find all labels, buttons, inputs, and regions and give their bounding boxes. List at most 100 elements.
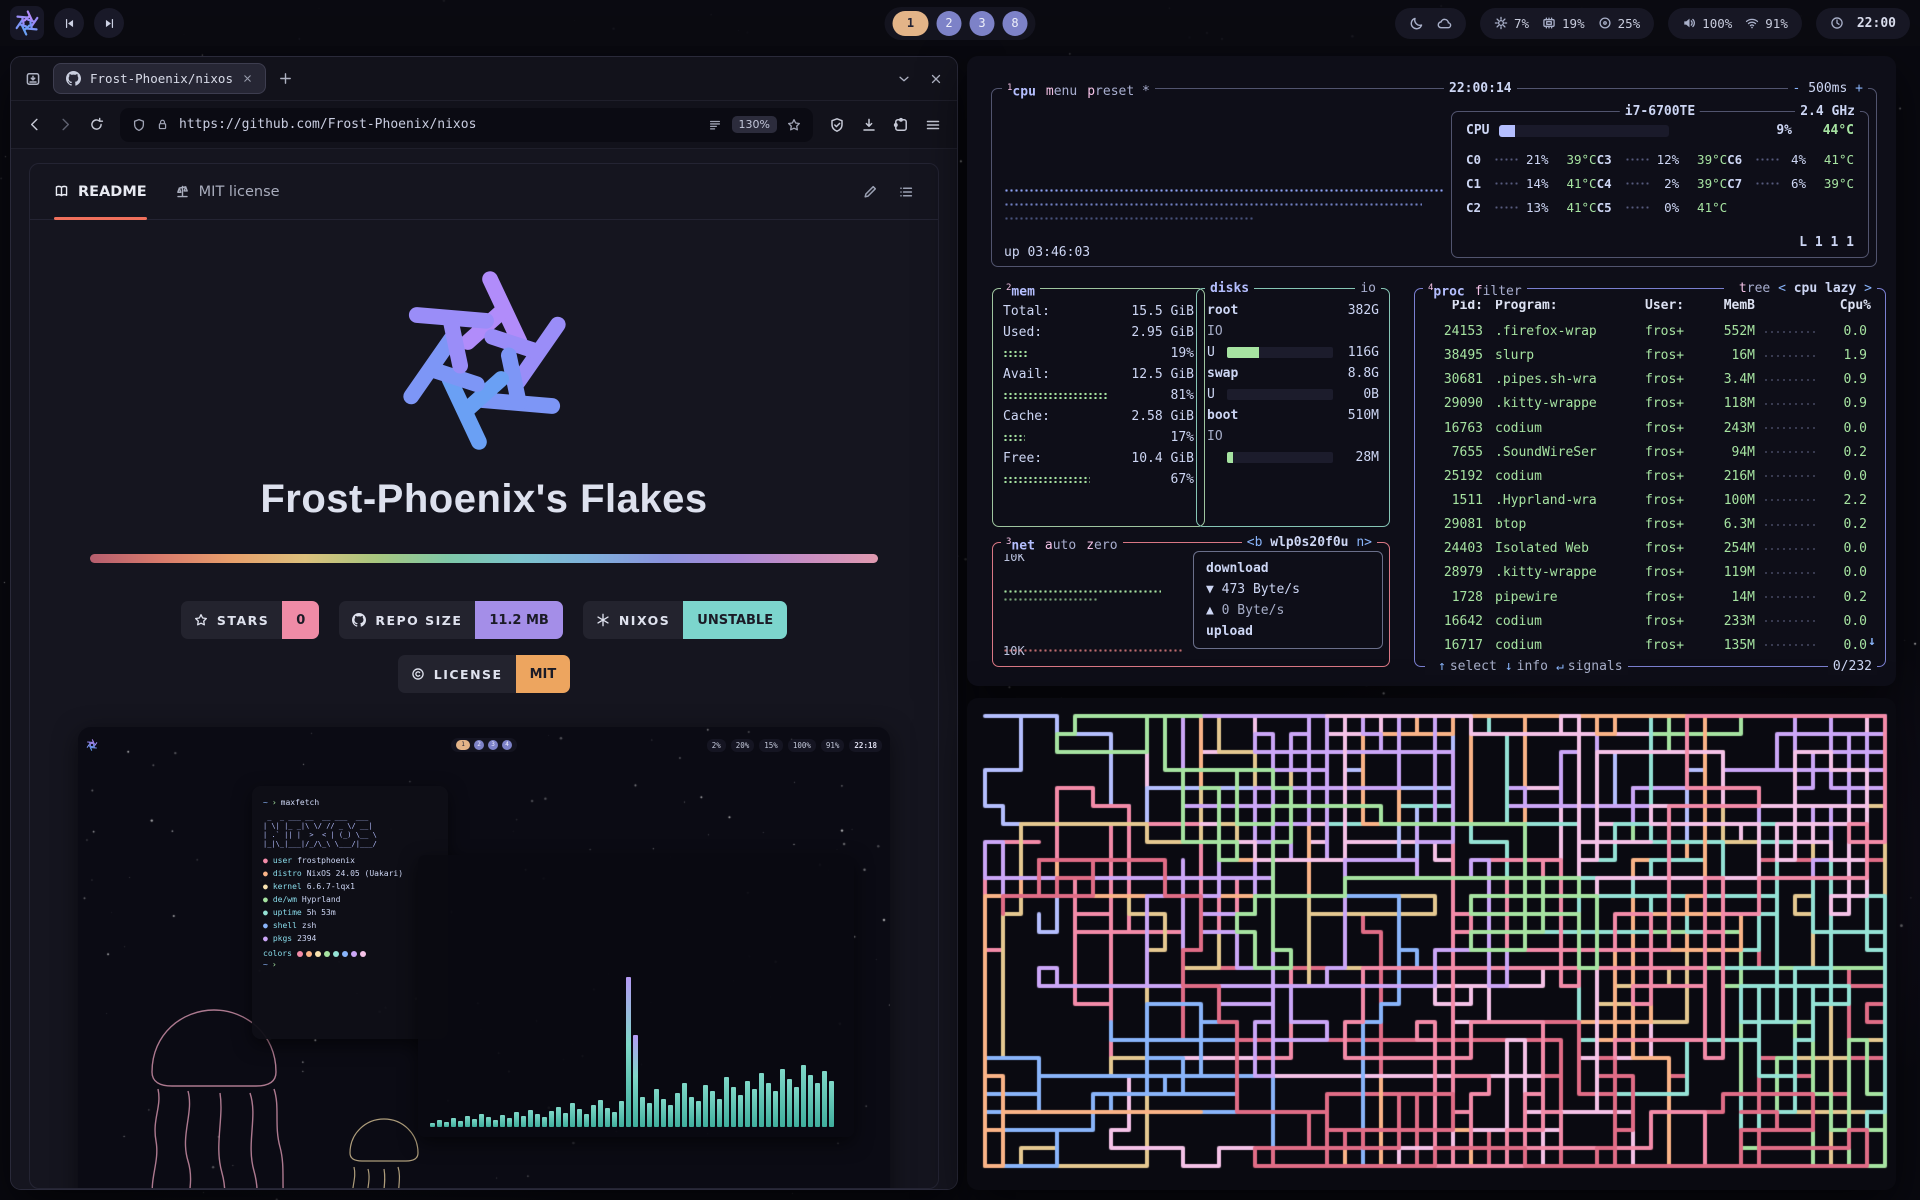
process-row[interactable]: 1728pipewirefros+14M0.2 — [1429, 589, 1867, 606]
disk-usage-bar: 28M — [1207, 448, 1379, 467]
license-icon — [411, 667, 425, 681]
snowflake-icon — [596, 613, 610, 627]
mini-workspace: 1 — [456, 740, 470, 750]
net-auto-toggle[interactable]: auto — [1045, 538, 1076, 553]
edit-pencil-icon[interactable] — [862, 184, 878, 200]
process-footer-keys[interactable]: ↑select↓info↵signals — [1425, 658, 1628, 675]
topbar-right: 7% 19% 25% 100% 91% 22:00 — [1395, 8, 1910, 39]
media-next-button[interactable] — [94, 8, 124, 38]
stat-gear[interactable]: 7% — [1494, 16, 1529, 31]
bookmark-star-icon[interactable] — [787, 118, 801, 132]
outline-list-icon[interactable] — [898, 184, 914, 200]
extensions-icon[interactable] — [893, 117, 909, 133]
address-bar[interactable]: https://github.com/Frost-Phoenix/nixos 1… — [120, 108, 813, 142]
cpu-graph — [1004, 202, 1422, 208]
filter-button[interactable]: filter — [1475, 284, 1522, 299]
badge-repo-size: REPO SIZE11.2 MB — [339, 601, 563, 639]
io-toggle[interactable]: io — [1355, 280, 1381, 297]
process-row[interactable]: 29090.kitty-wrappefros+118M0.9 — [1429, 395, 1867, 412]
nixos-logo[interactable] — [10, 6, 44, 40]
update-interval-control[interactable]: - 500ms + — [1788, 80, 1868, 97]
menu-button[interactable]: menu — [1046, 84, 1077, 99]
cloud-icon — [1437, 16, 1452, 31]
process-row[interactable]: 16717codiumfros+135M0.0 — [1429, 637, 1867, 654]
browser-tab[interactable]: Frost-Phoenix/nixos — [53, 63, 266, 94]
scroll-down-indicator[interactable]: ↓ — [1868, 633, 1876, 650]
process-row[interactable]: 7655.SoundWireSerfros+94M0.2 — [1429, 444, 1867, 461]
clock-icon — [1830, 16, 1844, 30]
adblock-shield-icon[interactable] — [829, 117, 845, 133]
forward-button[interactable] — [58, 117, 73, 132]
stat-volume[interactable]: 100% — [1682, 16, 1732, 31]
disk-row: root382G — [1207, 301, 1379, 320]
downloads-tray-icon[interactable] — [25, 71, 41, 87]
process-row[interactable]: 25192codiumfros+216M0.0 — [1429, 468, 1867, 485]
reader-mode-icon[interactable] — [708, 118, 722, 132]
tree-toggle[interactable]: tree — [1739, 281, 1770, 296]
download-graph — [1003, 597, 1099, 603]
tab-mit-license[interactable]: MIT license — [175, 164, 280, 219]
window-close-icon[interactable] — [929, 72, 943, 86]
fetch-info-row: ●de/wmHyprland — [263, 894, 437, 905]
process-sort-control[interactable]: tree < cpu lazy > — [1724, 280, 1877, 297]
process-row[interactable]: 38495slurpfros+16M1.9 — [1429, 347, 1867, 364]
stat-disk[interactable]: 25% — [1598, 16, 1641, 31]
new-tab-button[interactable] — [278, 71, 293, 86]
stat-memory[interactable]: 19% — [1542, 16, 1585, 31]
process-row[interactable]: 16642codiumfros+233M0.0 — [1429, 613, 1867, 630]
clock-widget[interactable]: 22:00 — [1816, 8, 1910, 39]
tab-readme[interactable]: README — [54, 164, 147, 219]
cpu-temp: 44°C — [1802, 122, 1854, 139]
stat-wifi[interactable]: 91% — [1745, 16, 1788, 31]
disk-usage-bar: U116G — [1207, 343, 1379, 362]
core-row: C42%39°C — [1597, 175, 1728, 192]
tracking-shield-icon[interactable] — [132, 118, 146, 132]
audio-network-widget[interactable]: 100% 91% — [1668, 8, 1802, 39]
net-zero-toggle[interactable]: zero — [1086, 538, 1117, 553]
file-tabs: README MIT license — [54, 164, 280, 219]
process-row[interactable]: 29081btopfros+6.3M0.2 — [1429, 516, 1867, 533]
downloads-icon[interactable] — [861, 117, 877, 133]
zoom-level-badge[interactable]: 130% — [732, 116, 777, 133]
menu-icon[interactable] — [925, 117, 941, 133]
workspace-2[interactable]: 2 — [937, 11, 962, 36]
network-interface[interactable]: <b wlp0s20f0u n> — [1242, 534, 1377, 551]
weather-widget[interactable] — [1395, 8, 1466, 39]
process-row[interactable]: 16763codiumfros+243M0.0 — [1429, 420, 1867, 437]
disk-row: swap8.8G — [1207, 364, 1379, 383]
desktop-screenshot: 1234 2%20%15%100%91%22:18 ~›maxfetch _ _… — [78, 727, 890, 1189]
badge-stars: STARS0 — [181, 601, 319, 639]
core-grid: C021%39°CC312%39°CC64%41°CC114%41°CC42%3… — [1452, 139, 1868, 216]
btop-window: 1cpumenupreset * 22:00:14 - 500ms + up 0… — [967, 56, 1896, 686]
process-row[interactable]: 1511.Hyprland-wrafros+100M2.2 — [1429, 492, 1867, 509]
volume-icon — [1682, 16, 1696, 30]
media-prev-button[interactable] — [54, 8, 84, 38]
upload-label: upload — [1206, 621, 1370, 642]
process-row[interactable]: 24153.firefox-wrapfros+552M0.0 — [1429, 323, 1867, 340]
chevron-down-icon[interactable] — [897, 72, 911, 86]
process-row[interactable]: 30681.pipes.sh-wrafros+3.4M0.9 — [1429, 371, 1867, 388]
process-count: 0/232 — [1828, 658, 1877, 675]
tab-close-icon[interactable] — [242, 73, 253, 84]
back-button[interactable] — [27, 117, 42, 132]
workspace-3[interactable]: 3 — [970, 11, 995, 36]
workspace-1[interactable]: 1 — [893, 11, 929, 36]
memory-row: Used:2.95 GiB — [1003, 322, 1194, 343]
upload-speed: ▲ 0 Byte/s — [1206, 600, 1370, 621]
process-row[interactable]: 28979.kitty-wrappefros+119M0.0 — [1429, 564, 1867, 581]
fetch-info-row: ●kernel6.6.7-lqx1 — [263, 881, 437, 892]
workspace-8[interactable]: 8 — [1003, 11, 1028, 36]
memory-gauge: 17% — [1003, 427, 1194, 448]
process-panel: 4procfilter tree < cpu lazy > Pid:Progra… — [1414, 288, 1886, 667]
core-row: C76%39°C — [1727, 175, 1854, 192]
process-row[interactable]: 24403Isolated Webfros+254M0.0 — [1429, 540, 1867, 557]
disk-io-label: IO — [1207, 427, 1379, 446]
github-icon — [66, 71, 81, 86]
rainbow-divider — [90, 554, 878, 563]
preset-button[interactable]: preset * — [1087, 84, 1150, 99]
refresh-button[interactable] — [89, 117, 104, 132]
page-content: READMEMIT license Frost-Phoenix's Flakes… — [11, 149, 957, 1189]
cpu-panel: 1cpumenupreset * 22:00:14 - 500ms + up 0… — [991, 88, 1877, 267]
nixos-ascii-art: _ _ ___ __ __ ___ ___ | \| |_ _|\ \/ // … — [263, 813, 437, 849]
system-stats-widget[interactable]: 7% 19% 25% — [1480, 8, 1654, 39]
